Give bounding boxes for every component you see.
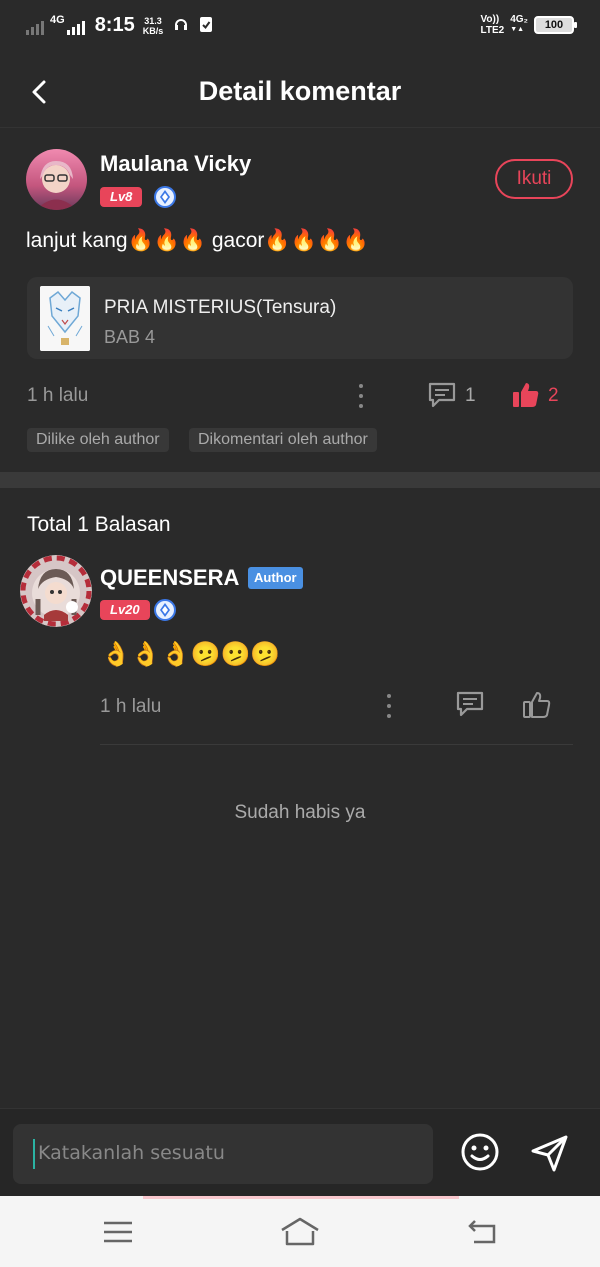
- reply-more-options-button[interactable]: [384, 694, 394, 718]
- volte-bottom: LTE2: [480, 25, 505, 36]
- like-button[interactable]: [511, 380, 541, 410]
- commenter-avatar[interactable]: [26, 149, 87, 210]
- thumbs-up-filled-icon: [513, 383, 539, 407]
- battery-icon: 100: [534, 16, 577, 34]
- clipboard-check-icon: [199, 15, 213, 36]
- net-speed-unit: KB/s: [142, 25, 164, 36]
- reply-time: 1 h lalu: [100, 696, 162, 717]
- reply-comment-button[interactable]: [455, 690, 485, 718]
- book-chapter: BAB 4: [104, 327, 156, 347]
- reply-level-badge: Lv20: [100, 600, 150, 620]
- emoji-button[interactable]: [460, 1132, 500, 1172]
- back-nav-button[interactable]: [462, 1216, 502, 1248]
- volte-top: Vo)): [480, 14, 500, 25]
- like-count: 2: [548, 385, 559, 406]
- data-type: 4G₂: [510, 14, 528, 25]
- reply-button[interactable]: [427, 381, 457, 409]
- book-cover-image: [40, 286, 90, 351]
- top-app-bar: Detail komentar: [0, 56, 600, 128]
- smiley-icon: [461, 1133, 499, 1171]
- thumbs-up-outline-icon: [523, 692, 551, 718]
- data-arrows-icon: ▼▲: [510, 26, 525, 33]
- reply-text: 👌👌👌🫤🫤🫤: [101, 641, 281, 668]
- section-divider: [0, 472, 600, 488]
- comment-icon: [456, 691, 484, 717]
- status-bar: 4G 8:15 31.3 KB/s Vo)) LTE2 4G₂ ▼▲ 100: [0, 0, 600, 56]
- network-type: 4G: [50, 13, 65, 26]
- book-title: PRIA MISTERIUS(Tensura): [104, 297, 337, 318]
- level-badge: Lv8: [100, 187, 143, 207]
- nav-accent-line: [143, 1196, 459, 1199]
- tag-liked-by-author: Dilike oleh author: [27, 428, 169, 452]
- input-placeholder: Katakanlah sesuatu: [38, 1142, 225, 1164]
- commenter-name[interactable]: Maulana Vicky: [100, 151, 251, 177]
- book-card[interactable]: PRIA MISTERIUS(Tensura) BAB 4: [27, 277, 573, 359]
- author-badge: Author: [248, 567, 303, 589]
- home-icon: [281, 1217, 319, 1246]
- net-speed: 31.3 KB/s: [143, 16, 164, 36]
- reply-diamond-badge-icon: [154, 599, 176, 621]
- text-cursor: [33, 1139, 35, 1169]
- comment-input-bar: Katakanlah sesuatu: [0, 1108, 600, 1196]
- back-arrow-icon: [468, 1220, 496, 1244]
- recent-apps-button[interactable]: [98, 1216, 138, 1248]
- send-button[interactable]: [528, 1131, 572, 1175]
- data-indicator: 4G₂ ▼▲: [510, 15, 528, 35]
- clock: 8:15: [94, 14, 135, 36]
- reply-like-button[interactable]: [522, 690, 552, 720]
- comment-icon: [428, 382, 456, 408]
- reply-separator: [100, 744, 573, 745]
- reply-avatar[interactable]: [20, 555, 92, 627]
- system-nav-bar: [0, 1196, 600, 1267]
- signal-2-icon: [66, 17, 85, 35]
- more-options-button[interactable]: [356, 384, 366, 408]
- comment-input[interactable]: Katakanlah sesuatu: [13, 1124, 433, 1184]
- diamond-badge-icon: [154, 186, 176, 208]
- comment-time: 1 h lalu: [27, 385, 89, 406]
- reply-count: 1: [465, 385, 476, 406]
- reply-username[interactable]: QUEENSERA: [100, 565, 239, 591]
- tag-commented-by-author: Dikomentari oleh author: [189, 428, 377, 452]
- menu-icon: [104, 1221, 132, 1243]
- page-title: Detail komentar: [198, 76, 402, 106]
- headset-icon: [173, 16, 189, 35]
- follow-button[interactable]: Ikuti: [495, 159, 573, 199]
- home-button[interactable]: [280, 1216, 320, 1248]
- send-icon: [531, 1135, 568, 1172]
- net-speed-value: 31.3: [144, 15, 162, 26]
- replies-total: Total 1 Balasan: [27, 513, 171, 536]
- signal-1-icon: [26, 17, 44, 35]
- volte-indicator: Vo)) LTE2: [480, 14, 504, 36]
- end-of-list-text: Sudah habis ya: [234, 802, 366, 823]
- comment-text: lanjut kang🔥🔥🔥 gacor🔥🔥🔥🔥: [26, 229, 369, 252]
